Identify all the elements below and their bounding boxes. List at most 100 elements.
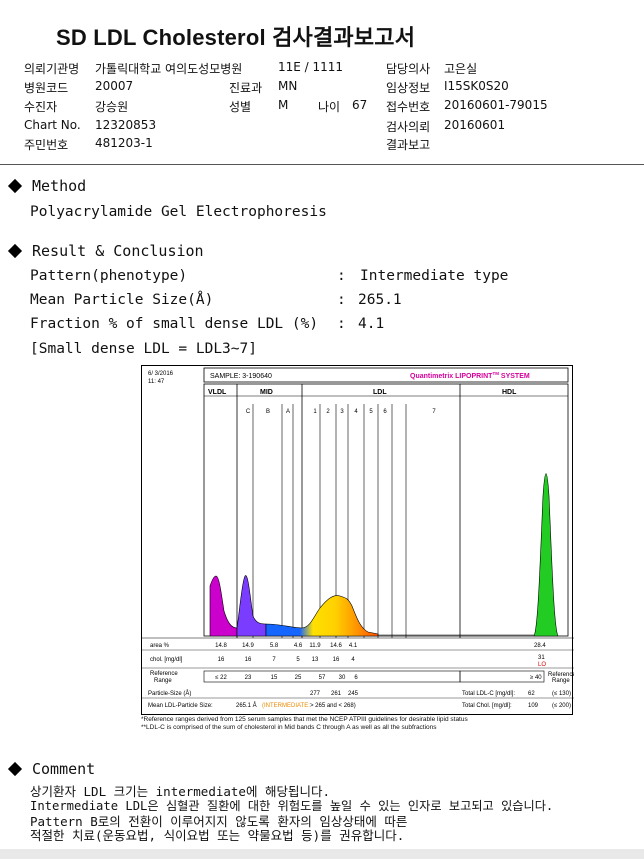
ref-value: 30 <box>339 675 346 681</box>
chart-no-key: Chart No. <box>24 118 81 132</box>
mean-range: > 265 and < 268) <box>310 703 356 709</box>
institution-key: 의뢰기관명 <box>24 62 80 76</box>
comment-heading-text: Comment <box>32 760 96 778</box>
band-label-B: B <box>266 409 270 415</box>
mean-label: Mean LDL-Particle Size: <box>148 703 213 709</box>
institution-value: 가톨릭대학교 여의도성모병원 <box>95 62 243 76</box>
chol-value: 5 <box>296 657 300 663</box>
ps-label: Particle-Size (Å) <box>148 690 191 697</box>
total-ldl-ref: (≤ 130) <box>552 691 571 697</box>
result-heading: Result & Conclusion <box>7 242 204 260</box>
ref-label-2: Range <box>154 678 172 684</box>
brand-suffix: SYSTEM <box>499 373 530 380</box>
sex-key: 성별 <box>229 100 252 114</box>
mid-peak <box>236 575 267 637</box>
receipt-value: 20160601-79015 <box>444 98 548 112</box>
ref-value: 15 <box>271 675 278 681</box>
patient-value: 강승원 <box>95 100 129 114</box>
ref-value: 6 <box>354 675 358 681</box>
area-value: 11.9 <box>309 643 321 649</box>
clinical-value: I15SK0S20 <box>444 79 509 93</box>
chol-row: 16 16 7 5 13 16 4 <box>218 657 356 663</box>
resident-key: 주민번호 <box>24 138 69 152</box>
total-chol-label: Total Chol. [mg/dl]: <box>462 703 512 709</box>
ref-value: 57 <box>319 675 326 681</box>
area-value: 14.8 <box>215 643 227 649</box>
chart-date: 6/ 3/2016 <box>148 371 174 377</box>
sex-value: M <box>278 98 289 112</box>
mps-colon: : <box>337 292 346 308</box>
ps-row: 277 261 245 <box>310 691 359 697</box>
ward-value: 11E / 1111 <box>278 60 344 74</box>
area-hdl: 28.4 <box>534 643 546 649</box>
receipt-key: 접수번호 <box>386 100 431 114</box>
plot-frame <box>203 383 569 637</box>
comment-heading: Comment <box>7 760 96 778</box>
band-label-7: 7 <box>432 409 436 415</box>
mean-type: (INTERMEDIATE: <box>262 703 310 709</box>
chol-hdl-flag: LO <box>538 662 546 668</box>
report-key: 결과보고 <box>386 138 431 152</box>
age-key: 나이 <box>318 100 341 114</box>
sdldl-note: [Small dense LDL = LDL3~7] <box>30 341 257 357</box>
chol-value: 13 <box>312 657 319 663</box>
footnote-1: *Reference ranges derived from 125 serum… <box>141 716 468 723</box>
brand-text: Quantimetrix LIPOPRINT <box>410 373 493 380</box>
particle-size-value: 277 <box>310 691 321 697</box>
resident-value: 481203-1 <box>95 136 153 150</box>
fraction-colon: : <box>337 316 346 332</box>
age-value: 67 <box>352 98 368 112</box>
area-value: 14.6 <box>330 643 342 649</box>
request-key: 검사의뢰 <box>386 120 431 134</box>
mps-label: Mean Particle Size(Å) <box>30 292 214 308</box>
lipoprint-svg: 6/ 3/2016 11: 47 SAMPLE: 3-190640 Quanti… <box>142 367 574 709</box>
chart-no-value: 12320853 <box>95 118 157 132</box>
diamond-bullet-icon <box>7 761 23 777</box>
chart-brand: Quantimetrix LIPOPRINTTM SYSTEM <box>410 371 530 380</box>
ldl-peak <box>265 595 379 637</box>
band-label-C: C <box>246 409 251 415</box>
area-value: 4.1 <box>349 643 358 649</box>
method-heading: Method <box>7 177 87 195</box>
method-text: Polyacrylamide Gel Electrophoresis <box>30 204 327 220</box>
ref-value: 23 <box>245 675 252 681</box>
area-row: 14.8 14.9 5.8 4.6 11.9 14.6 4.1 <box>215 643 358 649</box>
pattern-value: Intermediate type <box>360 268 509 284</box>
chart-time: 11: 47 <box>148 379 165 385</box>
dept-value: MN <box>278 79 298 93</box>
mean-value: 265.1 Å <box>236 702 257 709</box>
ref-hdl: ≥ 40 <box>530 675 542 681</box>
doctor-key: 담당의사 <box>386 62 431 76</box>
pattern-colon: : <box>337 268 346 284</box>
chol-value: 4 <box>351 657 355 663</box>
chol-value: 16 <box>245 657 252 663</box>
ref-value: 25 <box>295 675 302 681</box>
fraction-value: 4.1 <box>358 316 385 332</box>
band-label-5: 5 <box>369 409 373 415</box>
hospcode-key: 병원코드 <box>24 81 69 95</box>
mps-value: 265.1 <box>358 292 402 308</box>
band-label-2: 2 <box>326 409 330 415</box>
area-value: 5.8 <box>270 643 279 649</box>
diamond-bullet-icon <box>7 178 23 194</box>
footnote-2: **LDL-C is comprised of the sum of chole… <box>141 724 437 731</box>
area-value: 14.9 <box>242 643 254 649</box>
vldl-peak <box>209 575 238 637</box>
area-value: 4.6 <box>294 643 303 649</box>
area-label: area % <box>150 643 170 649</box>
pattern-label: Pattern(phenotype) <box>30 268 188 284</box>
patient-key: 수진자 <box>24 100 58 114</box>
chol-label: chol. [mg/dl] <box>150 657 183 663</box>
method-heading-text: Method <box>32 177 87 195</box>
band-label-6: 6 <box>383 409 387 415</box>
ldl-label: LDL <box>373 389 387 396</box>
ref-label: Reference <box>150 671 178 677</box>
report-title: SD LDL Cholesterol 검사결과보고서 <box>56 25 416 50</box>
band-labels: C B A 1 2 3 4 5 6 7 <box>246 409 437 415</box>
comment-line-4: 적절한 치료(운동요법, 식이요법 또는 약물요법 등)를 권유합니다. <box>30 828 405 843</box>
request-value: 20160601 <box>444 118 506 132</box>
doctor-value: 고은실 <box>444 62 478 76</box>
chol-value: 16 <box>218 657 225 663</box>
band-label-3: 3 <box>340 409 344 415</box>
band-label-A: A <box>286 409 290 415</box>
